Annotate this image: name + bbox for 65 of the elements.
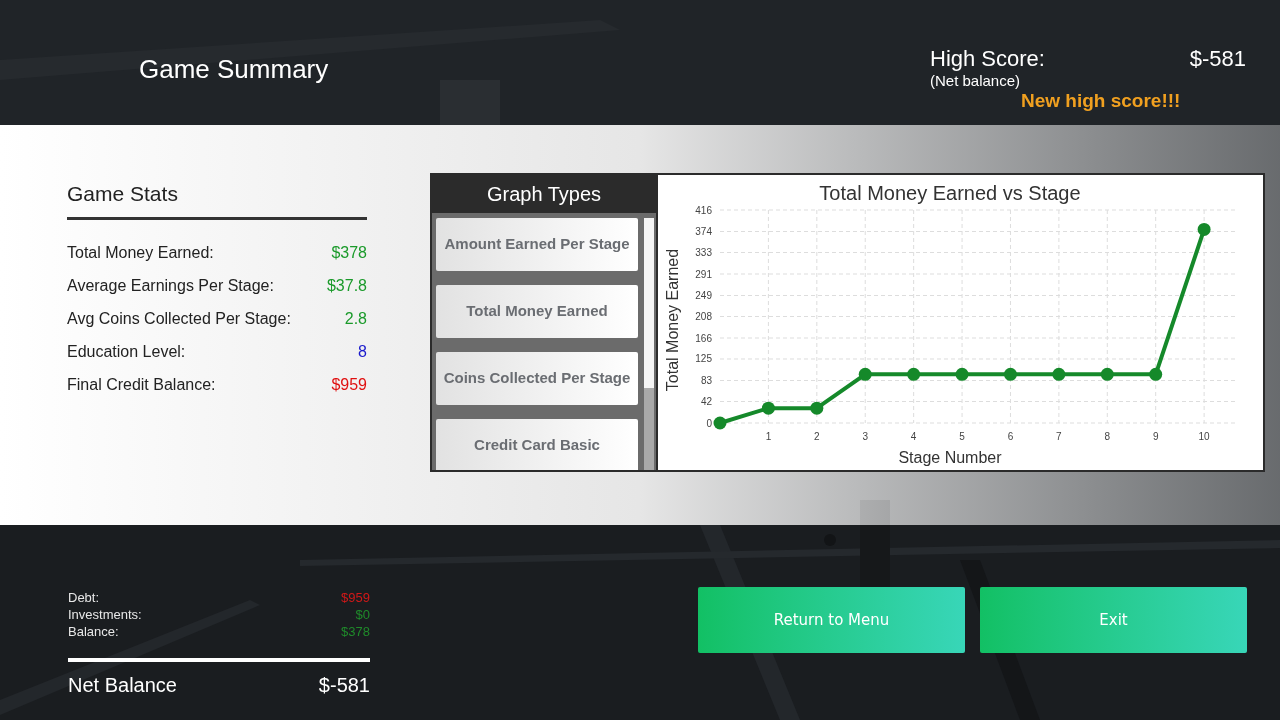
graph-type-button[interactable]: Coins Collected Per Stage — [436, 352, 638, 405]
stat-label: Average Earnings Per Stage: — [67, 276, 274, 296]
scrollbar[interactable] — [644, 218, 654, 470]
stat-label: Avg Coins Collected Per Stage: — [67, 309, 291, 329]
x-tick-label: 4 — [910, 431, 917, 442]
section-heading: Game Stats — [67, 181, 178, 207]
data-point — [761, 401, 775, 415]
y-tick-label: 374 — [695, 226, 712, 237]
y-tick-label: 0 — [706, 417, 712, 429]
data-point — [955, 367, 969, 381]
panel-heading: Graph Types — [486, 182, 602, 207]
y-tick-label: 166 — [695, 332, 712, 344]
chart-title: Total Money Earned vs Stage — [819, 182, 1081, 204]
y-tick-label: 249 — [695, 290, 712, 301]
data-point — [1100, 367, 1114, 381]
data-point — [713, 416, 727, 430]
stat-value: $37.8 — [326, 276, 367, 296]
x-tick-label: 9 — [1152, 431, 1159, 442]
ledger-label: Investments: — [68, 606, 142, 623]
x-axis-label: Stage Number — [898, 449, 1002, 466]
stat-value: 8 — [358, 342, 367, 362]
ledger-value: $378 — [341, 623, 370, 640]
x-tick-label: 2 — [814, 431, 820, 442]
ledger-label: Balance: — [68, 623, 119, 640]
high-score-note: (Net balance) — [930, 72, 1021, 90]
data-point — [1149, 367, 1163, 381]
y-tick-label: 333 — [695, 247, 712, 258]
y-tick-label: 291 — [695, 268, 712, 280]
stat-value: 2.8 — [344, 309, 367, 329]
y-tick-label: 42 — [700, 396, 712, 407]
data-point — [907, 367, 921, 381]
x-tick-label: 1 — [765, 431, 772, 442]
data-point — [1197, 222, 1211, 236]
x-tick-label: 8 — [1104, 431, 1111, 442]
stat-value: $378 — [331, 243, 367, 263]
data-point — [858, 367, 872, 381]
x-tick-label: 3 — [862, 431, 868, 442]
net-balance-label: Net Balance — [68, 673, 177, 698]
data-point — [810, 401, 824, 415]
y-axis-label: Total Money Earned — [664, 248, 681, 392]
y-tick-label: 416 — [695, 204, 712, 216]
net-balance-value: $-581 — [318, 673, 370, 698]
ledger-value: $959 — [341, 589, 370, 606]
stat-label: Education Level: — [67, 342, 186, 362]
stat-label: Final Credit Balance: — [67, 375, 216, 395]
y-tick-label: 208 — [695, 311, 712, 322]
ledger-label: Debt: — [68, 589, 100, 606]
x-tick-label: 7 — [1056, 431, 1062, 442]
screen-title: Game Summary — [139, 54, 329, 84]
new-high-score-text: New high score!!! — [1021, 90, 1181, 112]
x-tick-label: 5 — [959, 431, 965, 442]
y-tick-label: 125 — [695, 353, 712, 365]
graph-type-button[interactable]: Credit Card Basic — [436, 419, 638, 470]
high-score-value: $-581 — [1189, 46, 1246, 72]
x-tick-label: 6 — [1007, 431, 1014, 442]
graph-type-button[interactable]: Total Money Earned — [436, 285, 638, 338]
data-point — [1052, 367, 1066, 381]
stat-value: $959 — [331, 375, 367, 395]
high-score-label: High Score: — [930, 46, 1045, 72]
stat-label: Total Money Earned: — [67, 243, 214, 263]
ledger-value: $0 — [355, 606, 370, 623]
data-point — [1003, 367, 1017, 381]
x-tick-label: 10 — [1198, 431, 1210, 442]
y-tick-label: 83 — [700, 375, 712, 386]
graph-type-button[interactable]: Amount Earned Per Stage — [436, 218, 638, 271]
